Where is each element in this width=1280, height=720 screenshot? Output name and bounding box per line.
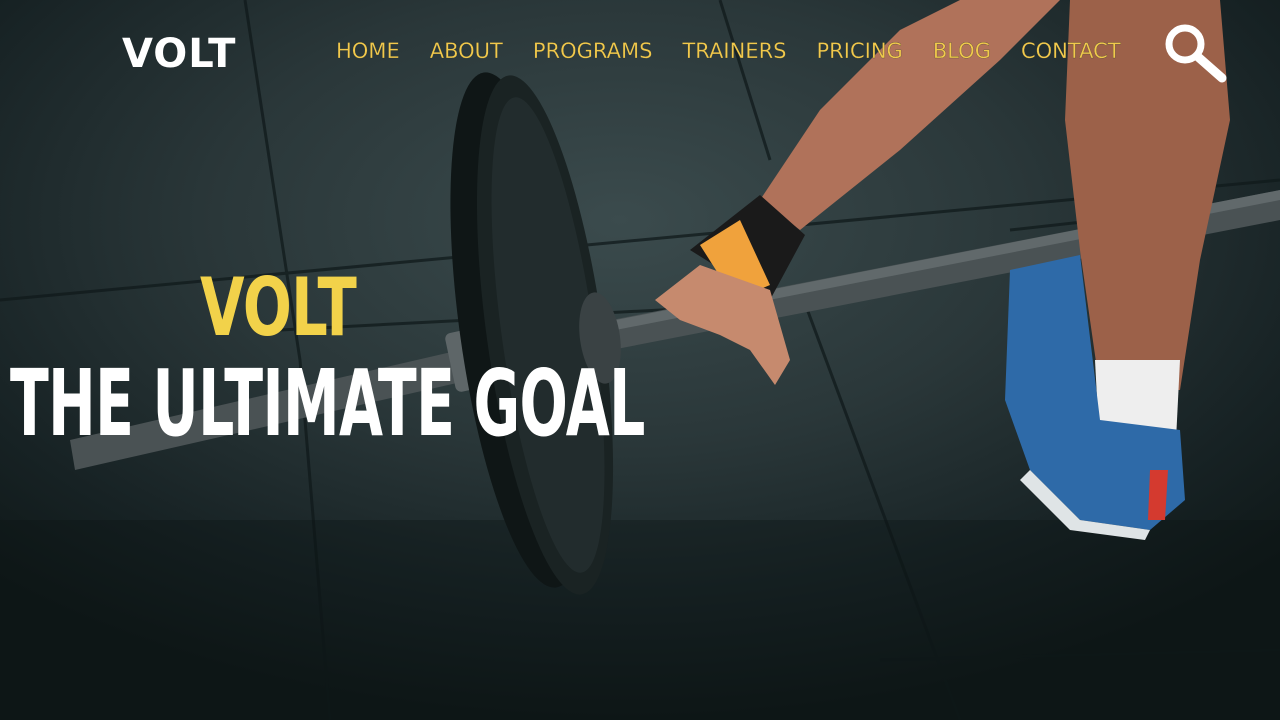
- hero-title: THE ULTIMATE GOAL: [10, 350, 645, 457]
- main-navigation: HOME ABOUT PROGRAMS TRAINERS PRICING BLO…: [336, 36, 1121, 66]
- nav-item-blog[interactable]: BLOG: [933, 36, 991, 66]
- hero-eyebrow: VOLT: [200, 261, 357, 354]
- site-logo[interactable]: VOLT: [122, 30, 236, 78]
- nav-item-pricing[interactable]: PRICING: [816, 36, 902, 66]
- nav-item-home[interactable]: HOME: [336, 36, 400, 66]
- search-icon: [1165, 24, 1227, 83]
- nav-item-programs[interactable]: PROGRAMS: [533, 36, 653, 66]
- nav-item-about[interactable]: ABOUT: [430, 36, 503, 66]
- search-button[interactable]: [1160, 20, 1230, 86]
- nav-item-trainers[interactable]: TRAINERS: [682, 36, 786, 66]
- nav-item-contact[interactable]: CONTACT: [1021, 36, 1121, 66]
